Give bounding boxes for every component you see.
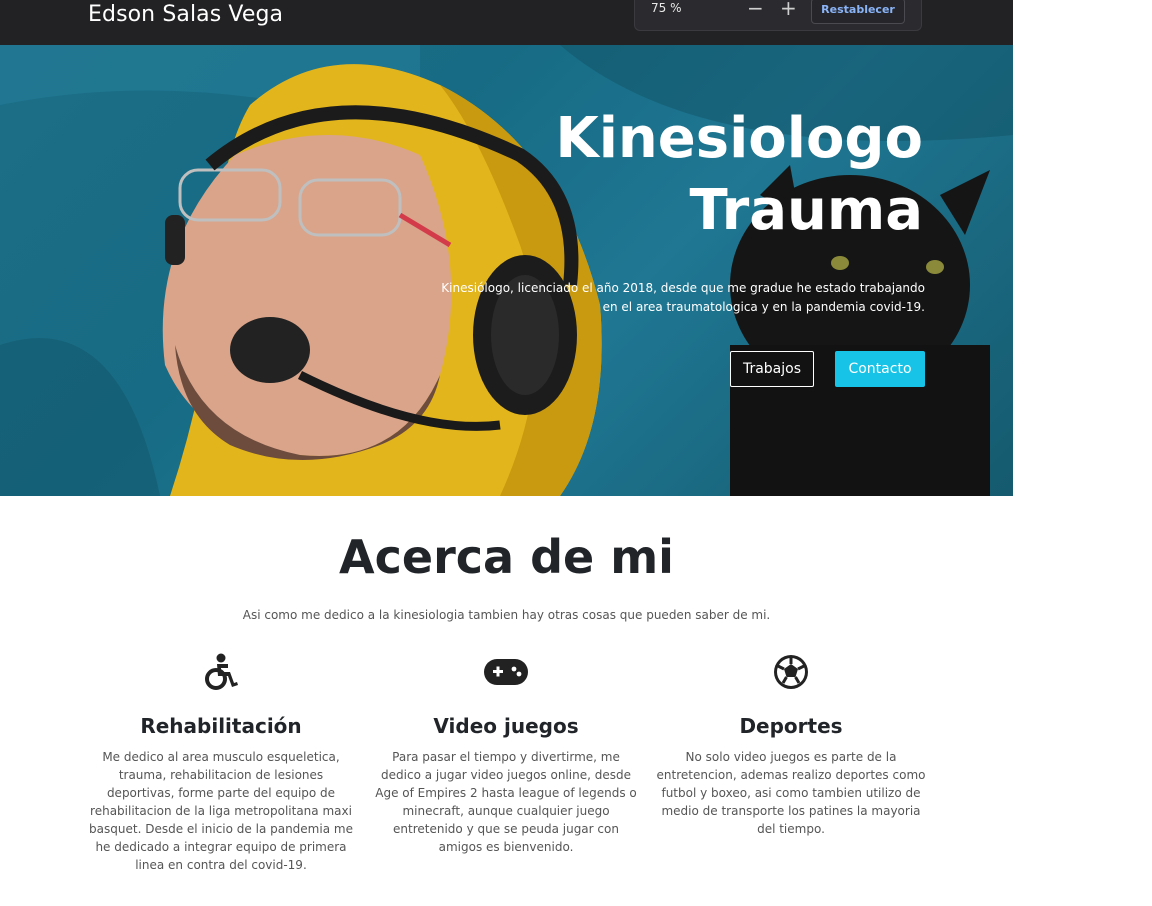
soccer-ball-icon bbox=[656, 652, 926, 692]
feature-rehabilitacion: Rehabilitación Me dedico al area musculo… bbox=[86, 652, 356, 874]
hero-section: Kinesiologo Trauma Kinesiólogo, licencia… bbox=[0, 45, 1013, 496]
zoom-in-button[interactable]: + bbox=[780, 0, 797, 20]
contacto-button[interactable]: Contacto bbox=[835, 351, 925, 387]
about-title: Acerca de mi bbox=[339, 530, 674, 584]
feature-text: No solo video juegos es parte de la entr… bbox=[656, 750, 926, 836]
gamepad-icon bbox=[371, 652, 641, 692]
hero-title-line1: Kinesiologo bbox=[555, 106, 923, 171]
zoom-level: 75 % bbox=[651, 1, 682, 15]
feature-title: Rehabilitación bbox=[140, 714, 302, 738]
hero-title-line2: Trauma bbox=[689, 178, 923, 243]
feature-text: Me dedico al area musculo esqueletica, t… bbox=[89, 750, 353, 872]
wheelchair-icon bbox=[86, 652, 356, 692]
navbar-brand[interactable]: Edson Salas Vega bbox=[88, 2, 283, 27]
zoom-out-button[interactable]: − bbox=[747, 0, 764, 20]
trabajos-button[interactable]: Trabajos bbox=[730, 351, 814, 387]
hero-description: Kinesiólogo, licenciado el año 2018, des… bbox=[441, 281, 925, 314]
hero-title: Kinesiologo Trauma bbox=[555, 103, 923, 247]
feature-title: Video juegos bbox=[433, 714, 579, 738]
feature-title: Deportes bbox=[739, 714, 843, 738]
zoom-reset-button[interactable]: Restablecer bbox=[811, 0, 905, 24]
feature-deportes: Deportes No solo video juegos es parte d… bbox=[656, 652, 926, 838]
feature-video-juegos: Video juegos Para pasar el tiempo y dive… bbox=[371, 652, 641, 856]
zoom-popup: 75 % − + Restablecer bbox=[634, 0, 922, 31]
feature-text: Para pasar el tiempo y divertirme, me de… bbox=[375, 750, 637, 854]
about-subtitle: Asi como me dedico a la kinesiologia tam… bbox=[242, 608, 771, 622]
